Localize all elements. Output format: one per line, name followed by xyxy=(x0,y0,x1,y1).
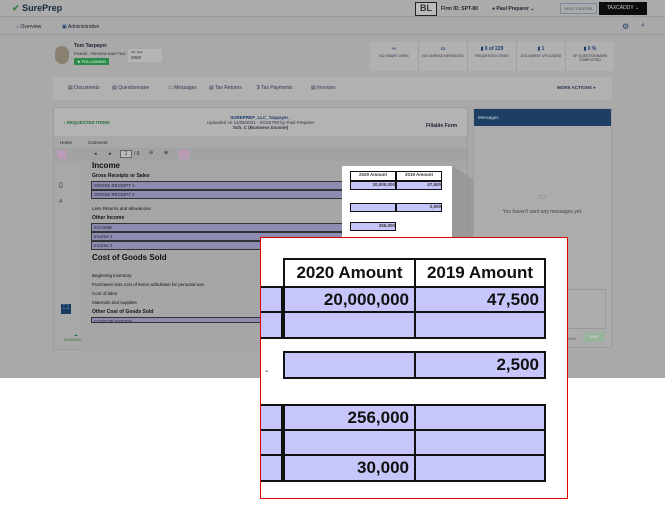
gr2-2020-cell[interactable] xyxy=(283,311,416,339)
income2-2019-cell[interactable] xyxy=(414,454,546,482)
income1-2019-cell[interactable] xyxy=(414,429,546,456)
mini-header-2019: 2019 Amount xyxy=(396,171,442,181)
mini-inc-2020[interactable]: 256,000 xyxy=(350,222,396,231)
messages-title: Messages xyxy=(474,109,611,126)
mini-header-2020: 2020 Amount xyxy=(350,171,396,181)
inc1-label-cell xyxy=(261,429,283,456)
message-input[interactable] xyxy=(564,289,606,329)
inc2-label-cell xyxy=(261,454,283,482)
inc-label-cell xyxy=(261,404,283,431)
income1-2020-cell[interactable] xyxy=(283,429,416,456)
magnified-source-region: 2020 Amount 2019 Amount 20,000,000 47,50… xyxy=(342,166,452,246)
gr1-2019-cell[interactable]: 47,500 xyxy=(414,286,546,313)
send-button[interactable]: SEND xyxy=(583,332,605,342)
leader-dash: - xyxy=(265,366,269,377)
header-2019-amount: 2019 Amount xyxy=(414,258,546,288)
magnifier-box: 2020 Amount 2019 Amount 20,000,000 47,50… xyxy=(260,237,568,499)
mini-gr1-2019[interactable]: 47,500 xyxy=(396,181,442,190)
returns-2019-cell[interactable]: 2,500 xyxy=(414,351,546,379)
income-2020-cell[interactable]: 256,000 xyxy=(283,404,416,431)
chat-icon: ▭ xyxy=(538,191,547,201)
gr2-2019-cell[interactable] xyxy=(414,311,546,339)
income2-2020-cell[interactable]: 30,000 xyxy=(283,454,416,482)
mini-ret-2019[interactable]: 2,500 xyxy=(396,203,442,212)
mini-ret-2020[interactable] xyxy=(350,203,396,212)
mini-gr1-2020[interactable]: 20,000,000 xyxy=(350,181,396,190)
income-2019-cell[interactable] xyxy=(414,404,546,431)
empty-messages-text: You haven't sent any messages yet. xyxy=(502,209,583,215)
gr1-label-cell xyxy=(261,286,283,313)
gr1-2020-cell[interactable]: 20,000,000 xyxy=(283,286,416,313)
returns-2020-cell[interactable] xyxy=(283,351,416,379)
gr2-label-cell xyxy=(261,311,283,339)
header-2020-amount: 2020 Amount xyxy=(283,258,416,288)
char-count: 1000 xyxy=(568,337,576,341)
